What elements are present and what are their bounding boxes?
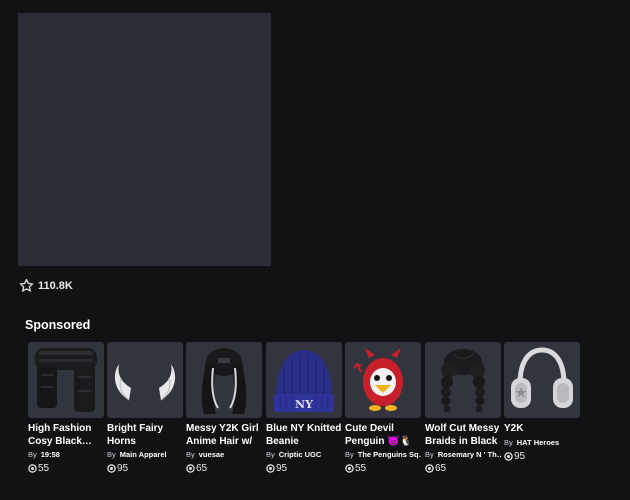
- price-value: 95: [276, 463, 288, 474]
- price-value: 95: [117, 463, 129, 474]
- black-hair-icon: [201, 348, 247, 414]
- robux-icon: [425, 464, 434, 473]
- robux-icon: [186, 464, 195, 473]
- svg-text:NY: NY: [295, 398, 313, 411]
- item-thumbnail[interactable]: [186, 342, 262, 418]
- by-label: By: [266, 450, 275, 459]
- price-value: 55: [38, 463, 50, 474]
- price-value: 65: [435, 463, 447, 474]
- item-card[interactable]: Bright Fairy Horns By Main Apparel 95: [107, 342, 183, 474]
- item-card[interactable]: Messy Y2K Girl Anime Hair w/ … Byvuesae …: [186, 342, 262, 474]
- item-card[interactable]: Cute Devil Penguin 😈🐧 By The Penguins Sq……: [345, 342, 421, 474]
- price-value: 95: [514, 450, 526, 462]
- item-card[interactable]: Wolf Cut Messy Braids in Black By Rosemar…: [425, 342, 501, 474]
- creator-link[interactable]: 19:58: [41, 450, 60, 459]
- robux-icon: [28, 464, 37, 473]
- by-label: By: [345, 450, 354, 459]
- favorite-count: 110.8K: [38, 279, 73, 292]
- item-thumbnail[interactable]: [345, 342, 421, 418]
- item-card[interactable]: NY Blue NY Knitted Beanie By Criptic UGC …: [266, 342, 342, 474]
- item-name[interactable]: Cute Devil Penguin 😈🐧: [345, 423, 421, 448]
- white-horns-icon: [114, 364, 176, 401]
- star-icon: [19, 278, 34, 292]
- item-thumbnail[interactable]: [504, 342, 580, 418]
- item-creator-line: By 19:58: [28, 450, 104, 459]
- item-name[interactable]: High Fashion Cosy Black…: [28, 423, 104, 448]
- item-name[interactable]: Messy Y2K Girl Anime Hair w/ …: [186, 423, 262, 448]
- item-price: 95: [504, 451, 580, 462]
- price-value: 65: [196, 463, 208, 474]
- item-thumbnail[interactable]: [28, 342, 104, 418]
- creator-link[interactable]: Rosemary N ' Th…: [438, 450, 501, 459]
- by-label: By: [425, 450, 434, 459]
- headphones-icon: [511, 347, 573, 408]
- item-card[interactable]: High Fashion Cosy Black… By 19:58 55: [28, 342, 104, 474]
- item-creator-line: By Criptic UGC: [266, 450, 342, 459]
- item-thumbnail[interactable]: NY: [266, 342, 342, 418]
- favorite-button[interactable]: 110.8K: [19, 278, 73, 293]
- item-thumbnail[interactable]: [107, 342, 183, 418]
- item-creator-line: By vuesae: [186, 450, 262, 459]
- by-label: By: [28, 450, 37, 459]
- item-card[interactable]: Y2K By HAT Heroes 95: [504, 342, 580, 462]
- item-name[interactable]: Bright Fairy Horns: [107, 423, 183, 448]
- creator-link[interactable]: HAT Heroes: [517, 438, 559, 447]
- item-name[interactable]: Y2K: [504, 423, 580, 436]
- item-price: 65: [425, 463, 501, 474]
- item-price: 55: [345, 463, 421, 474]
- robux-icon: [266, 464, 275, 473]
- black-braids-icon: [441, 349, 485, 413]
- item-creator-line: By Main Apparel: [107, 450, 183, 459]
- price-value: 55: [355, 463, 367, 474]
- section-title: Sponsored: [25, 318, 91, 332]
- by-label: By: [504, 437, 513, 447]
- item-creator-line: By HAT Heroes: [504, 438, 580, 447]
- sponsored-items-row: High Fashion Cosy Black… By 19:58 55 Brig…: [28, 342, 588, 482]
- item-price: 95: [266, 463, 342, 474]
- black-scarf-icon: [35, 348, 97, 412]
- blue-beanie-icon: NY: [274, 350, 334, 412]
- creator-link[interactable]: Criptic UGC: [279, 450, 322, 459]
- item-preview-image: [18, 13, 271, 266]
- devil-penguin-icon: [353, 348, 403, 411]
- robux-icon: [504, 451, 513, 461]
- item-name[interactable]: Blue NY Knitted Beanie: [266, 423, 342, 448]
- robux-icon: [345, 464, 354, 473]
- creator-link[interactable]: vuesae: [199, 450, 224, 459]
- item-price: 95: [107, 463, 183, 474]
- by-label: By: [107, 450, 116, 459]
- creator-link[interactable]: The Penguins Sq…: [358, 450, 421, 459]
- item-price: 65: [186, 463, 262, 474]
- creator-link[interactable]: Main Apparel: [120, 450, 167, 459]
- item-creator-line: By Rosemary N ' Th…: [425, 450, 501, 459]
- robux-icon: [107, 464, 116, 473]
- item-name[interactable]: Wolf Cut Messy Braids in Black: [425, 423, 501, 448]
- item-thumbnail[interactable]: [425, 342, 501, 418]
- item-creator-line: By The Penguins Sq…: [345, 450, 421, 459]
- item-price: 55: [28, 463, 104, 474]
- by-label: By: [186, 450, 195, 459]
